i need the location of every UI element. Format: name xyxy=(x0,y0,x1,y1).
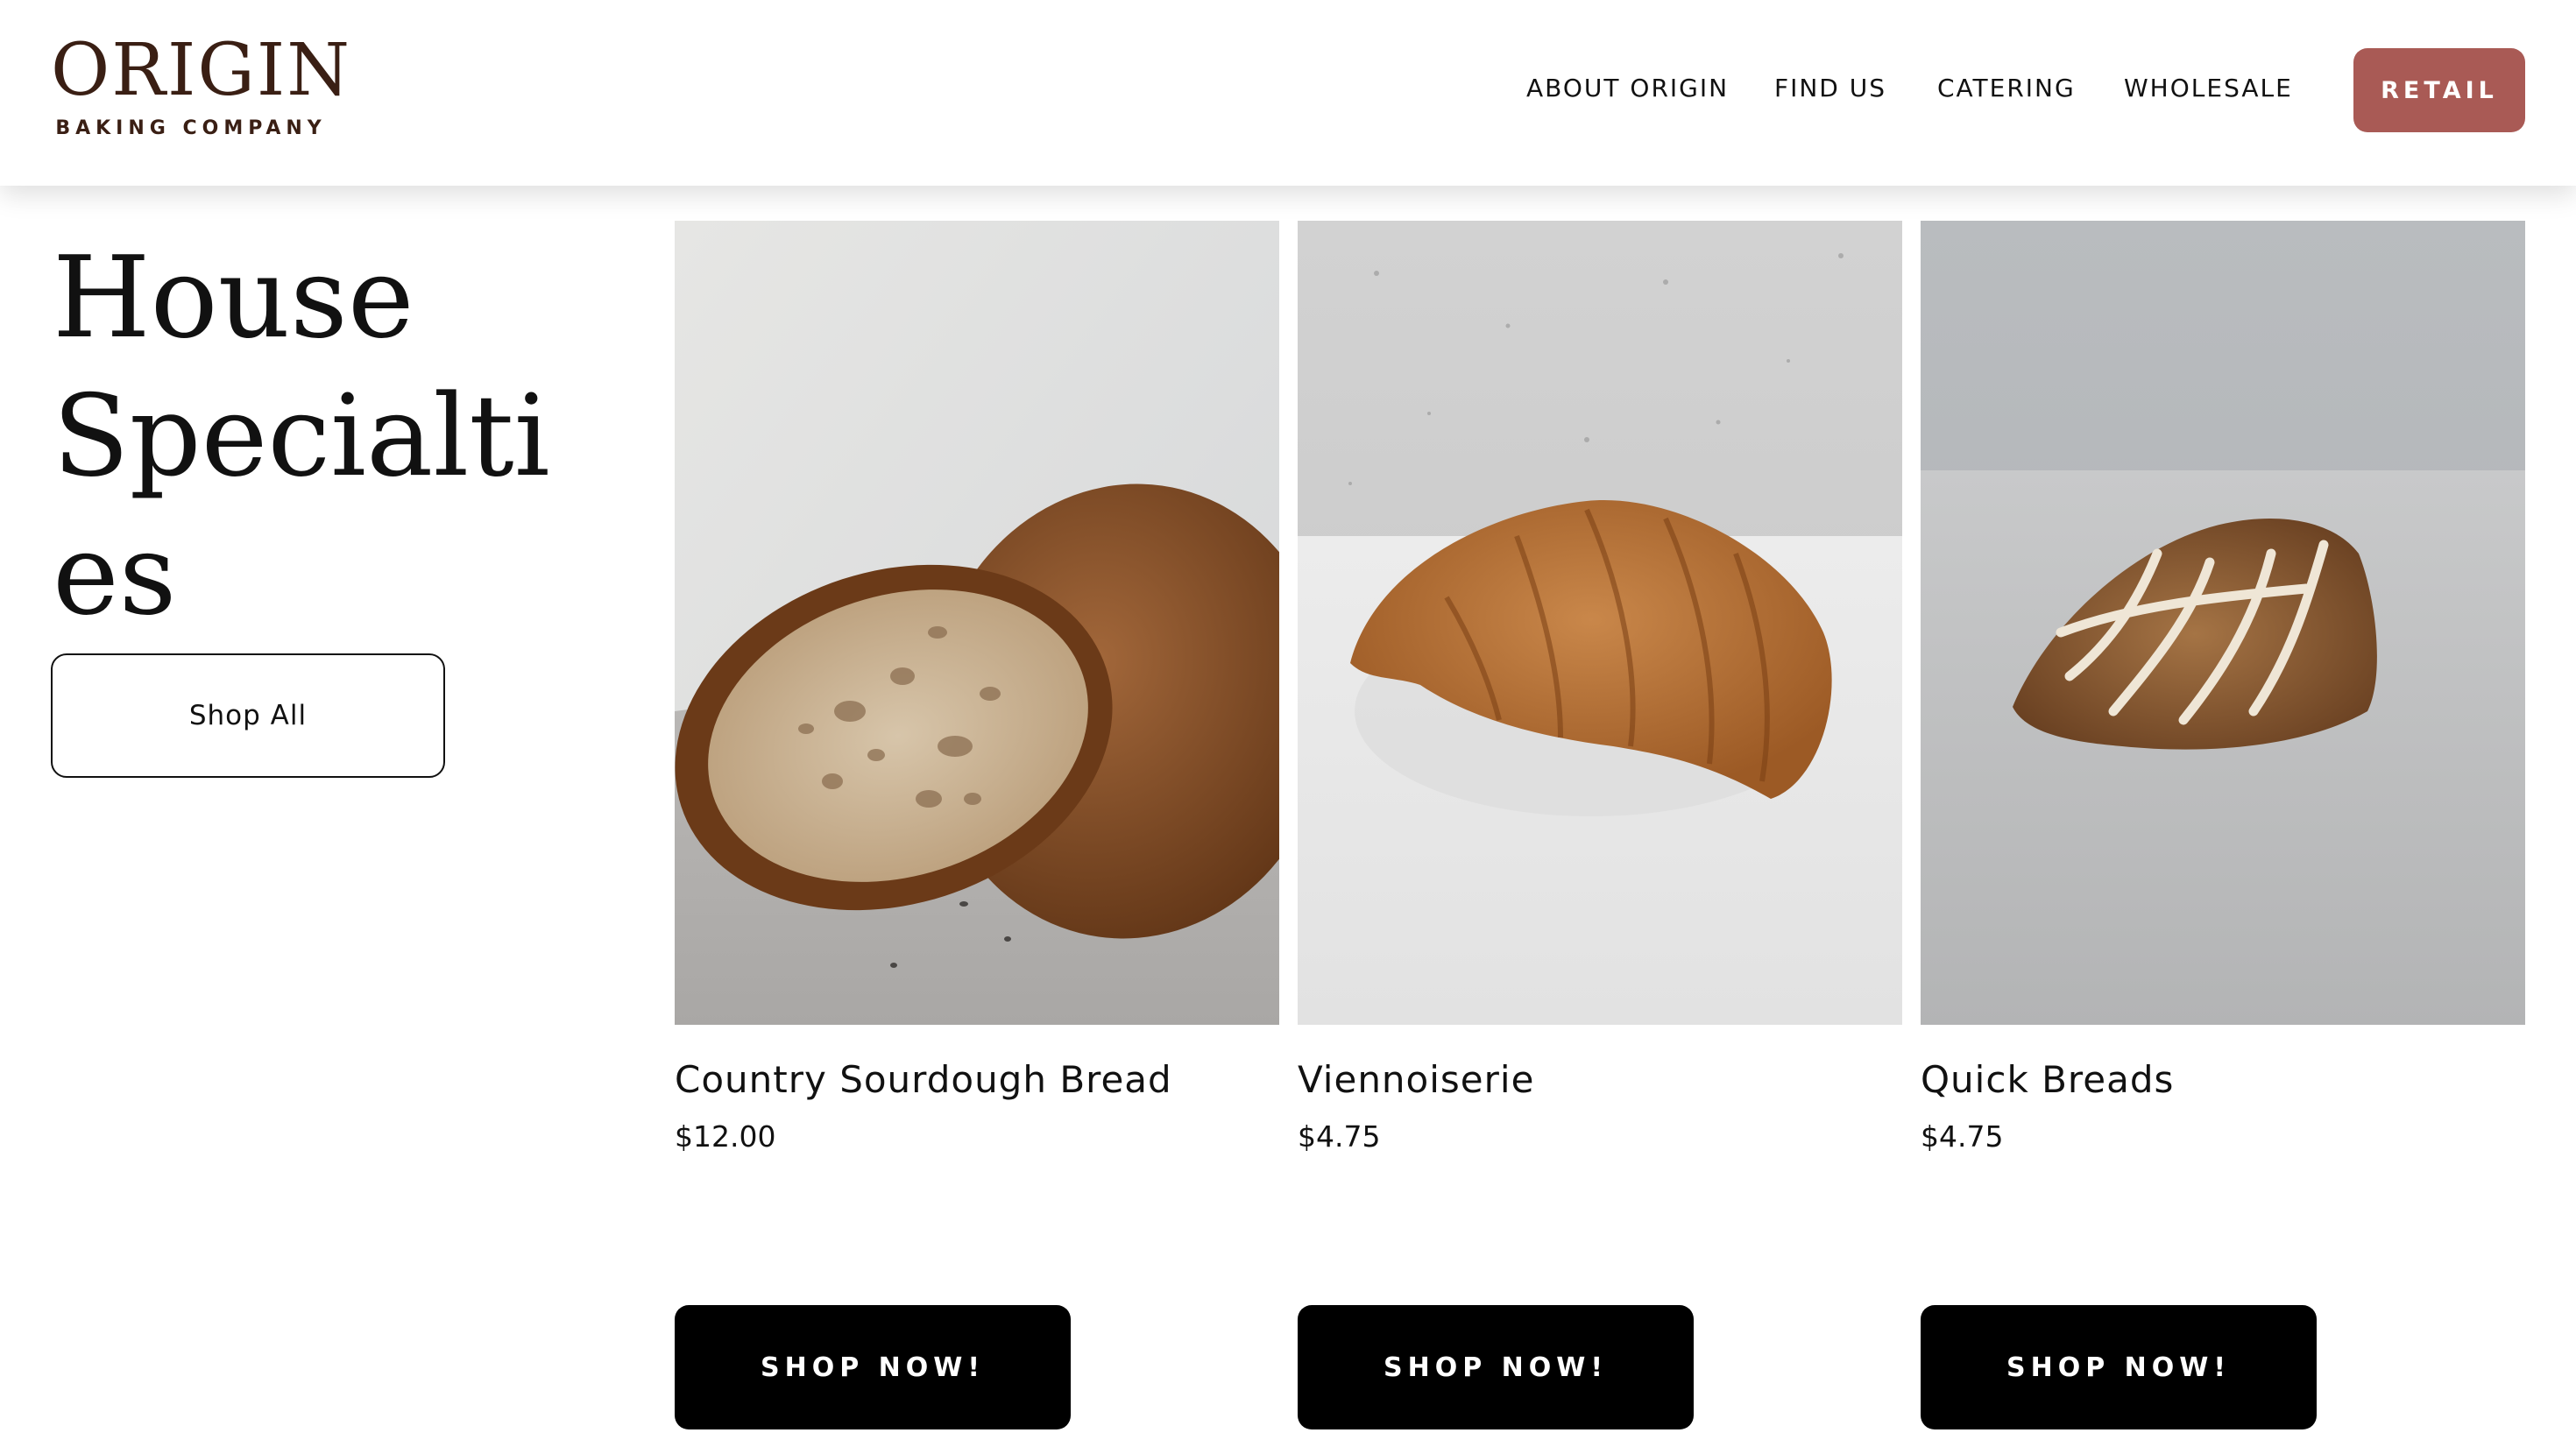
brand-logo[interactable]: ORIGIN BAKING COMPANY xyxy=(51,29,352,147)
croissant-image[interactable] xyxy=(1298,221,1902,1025)
shop-now-button[interactable]: SHOP NOW! xyxy=(1921,1305,2317,1429)
sourdough-bread-image[interactable] xyxy=(675,221,1279,1025)
nav-item-find-us[interactable]: FIND US xyxy=(1774,74,1886,102)
heading-line-1: House xyxy=(53,233,414,364)
nav-item-catering[interactable]: CATERING xyxy=(1937,74,2076,102)
retail-button[interactable]: RETAIL xyxy=(2353,48,2525,132)
logo-wordmark: ORIGIN xyxy=(51,29,352,112)
logo-tagline: BAKING COMPANY xyxy=(55,117,327,139)
site-header: ORIGIN BAKING COMPANY ABOUT ORIGIN FIND … xyxy=(0,0,2576,186)
product-price: $4.75 xyxy=(1921,1119,2004,1154)
product-title[interactable]: Viennoiserie xyxy=(1298,1058,1534,1101)
shop-all-button[interactable]: Shop All xyxy=(51,653,445,778)
nav-item-about-origin[interactable]: ABOUT ORIGIN xyxy=(1526,74,1729,102)
nav-item-wholesale[interactable]: WHOLESALE xyxy=(2124,74,2293,102)
product-price: $4.75 xyxy=(1298,1119,1381,1154)
product-title[interactable]: Country Sourdough Bread xyxy=(675,1058,1172,1101)
section-heading: House Specialties xyxy=(53,229,578,645)
product-title[interactable]: Quick Breads xyxy=(1921,1058,2174,1101)
scone-image[interactable] xyxy=(1921,221,2525,1025)
shop-now-button[interactable]: SHOP NOW! xyxy=(675,1305,1071,1429)
product-price: $12.00 xyxy=(675,1119,776,1154)
shop-now-button[interactable]: SHOP NOW! xyxy=(1298,1305,1694,1429)
heading-line-2: Specialties xyxy=(53,371,550,640)
